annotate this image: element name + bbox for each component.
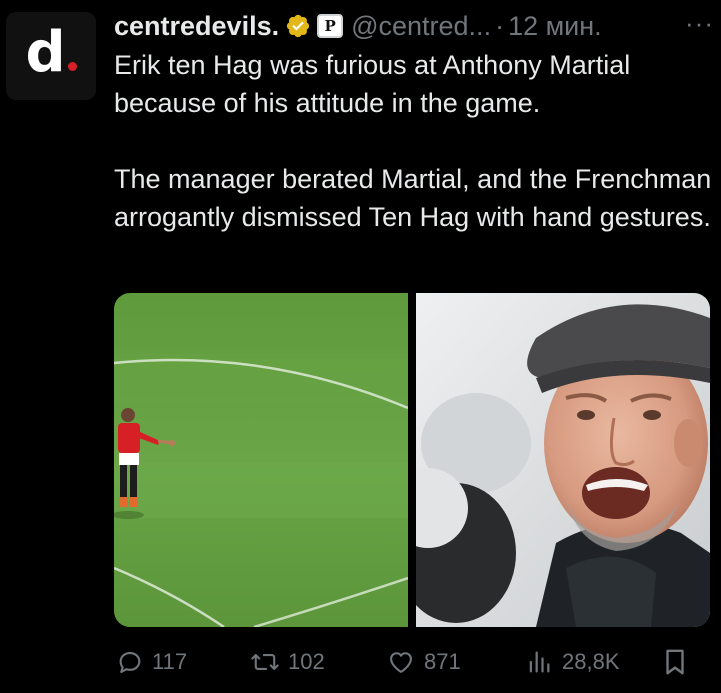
like-count: 871 — [424, 649, 461, 674]
author-display-name[interactable]: centredevils. — [114, 11, 279, 42]
avatar-letter: d — [25, 20, 66, 85]
reply-icon — [119, 651, 141, 673]
views-button[interactable]: 28,8K — [524, 642, 620, 682]
avatar-logo-dot — [67, 62, 77, 71]
tweet-header: centredevils. P @centred... · 12 мин. ··… — [114, 8, 714, 44]
tweet-text: Erik ten Hag was furious at Anthony Mart… — [114, 46, 714, 236]
reply-count: 117 — [152, 649, 188, 674]
heart-icon — [390, 652, 412, 673]
avatar[interactable]: d — [6, 12, 96, 100]
tweet-paragraph: The manager berated Martial, and the Fre… — [114, 164, 712, 232]
views-count: 28,8K — [562, 649, 620, 674]
affiliate-badge-icon[interactable]: P — [317, 14, 344, 38]
retweet-button[interactable]: 102 — [250, 642, 325, 682]
retweet-icon — [251, 654, 279, 670]
reply-button[interactable]: 117 — [116, 642, 187, 682]
retweet-count: 102 — [288, 649, 325, 674]
tweet-actions: 117 102 871 28,8K — [114, 642, 710, 682]
tweet[interactable]: d centredevils. P @centred... · 12 мин. … — [0, 0, 721, 693]
verified-badge-icon[interactable] — [285, 13, 311, 39]
tweet-paragraph: Erik ten Hag was furious at Anthony Mart… — [114, 50, 631, 118]
author-handle[interactable]: @centred... — [351, 11, 491, 42]
media-image-player-on-pitch[interactable] — [114, 293, 408, 627]
more-options-icon[interactable]: ··· — [685, 8, 714, 38]
tweet-timestamp[interactable]: 12 мин. — [508, 11, 602, 42]
header-separator: · — [495, 10, 505, 41]
avatar-logo: d — [25, 25, 77, 81]
media-image-manager-shouting[interactable] — [416, 293, 710, 627]
tweet-media[interactable] — [114, 293, 710, 627]
bookmark-button[interactable] — [662, 642, 688, 682]
views-icon — [529, 651, 550, 673]
like-button[interactable]: 871 — [386, 642, 461, 682]
bookmark-icon — [666, 649, 684, 675]
